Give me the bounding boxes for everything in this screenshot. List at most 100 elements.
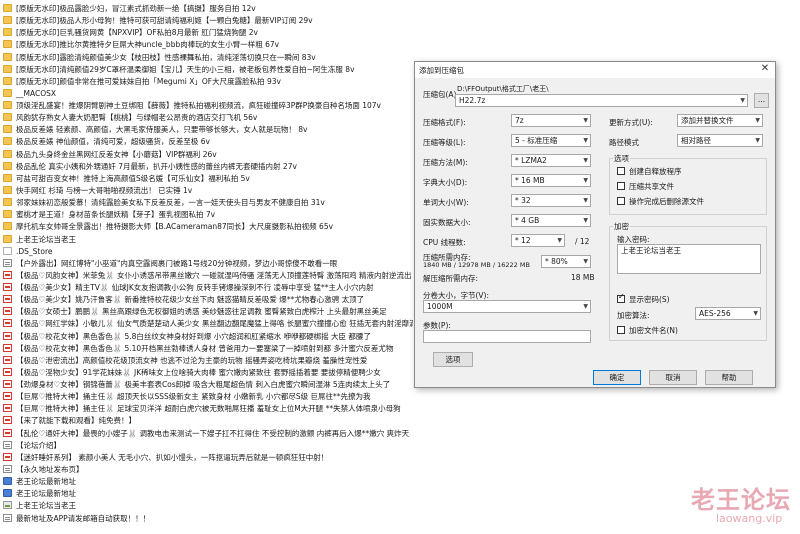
password-input[interactable]: 上老王论坛当老王 xyxy=(617,244,761,274)
folder-item[interactable]: 极品反差婊 神仙颜值，清纯可爱，超级骚货，反差至极 6v xyxy=(3,136,413,147)
folder-icon xyxy=(3,4,12,12)
ok-button[interactable]: 确定 xyxy=(593,370,641,385)
file-item[interactable]: 【巨屌♡推特大神】捅主任🐰 超顶天长以SSS级新女主 紧致身材 小嫩新乳 小穴都… xyxy=(3,391,413,402)
file-item[interactable]: 【极品♡淫物少女】91学花妹妹🐰 JK稀味女上位啥骑大肉棒 蜜穴嫩肉紧致往 套野… xyxy=(3,367,413,378)
delete-after-checkbox[interactable] xyxy=(617,197,625,205)
word-select[interactable]: * 32 ▼ xyxy=(511,194,591,207)
file-item[interactable]: 老王论坛最新地址 xyxy=(3,488,413,499)
chevron-down-icon: ▼ xyxy=(583,157,588,164)
cancel-button[interactable]: 取消 xyxy=(649,370,697,385)
folder-item[interactable]: 顶级淫乱盛宴！推爆阴臂剧神土豆绑阻【薛薇】推特私拍福利视频流，疯狂碰撞碎3P群P… xyxy=(3,100,413,111)
file-item[interactable]: 【来了就能下载和观看】纯免费！】 xyxy=(3,415,413,426)
file-item[interactable]: 上老王论坛当老王 xyxy=(3,500,413,511)
memory-usage-select[interactable]: * 80% ▼ xyxy=(541,255,591,268)
compress-shared-checkbox[interactable] xyxy=(617,182,625,190)
pdf-icon xyxy=(3,355,12,364)
folder-icon xyxy=(3,28,12,37)
folder-item[interactable]: [原版无水印]推比尔黄推特夕巨屌大神uncle_bbb肉棒玩的女生小臂一样粗 6… xyxy=(3,39,413,50)
file-item[interactable]: 【迷奸睡奸系列】 素颜小美人 无毛小穴、扒如小馒头，一阵抠逼玩弄后就是一顿疯狂狂… xyxy=(3,452,413,463)
threads-select[interactable]: * 12 ▼ xyxy=(511,234,565,247)
level-select[interactable]: 5 - 标准压缩 ▼ xyxy=(511,134,591,147)
file-item[interactable]: 【户外露出】网红博特"小巫道"内真空露阅裹门被路1号线20分钟视频，梦边小哥惊傻… xyxy=(3,258,413,269)
file-item[interactable]: 【极品♡校花女神】黑色香色🐰 5.8白丝纹女神身材好到爆 小穴超润和肛紧缩水 咿… xyxy=(3,331,413,342)
file-name: 【劲爆身材♡女神】钢锦蓓蕾🐰 极美丰套表Cos卸掉 吸含大粗尾超色情 刺入白虎蜜… xyxy=(16,380,391,389)
show-password-checkbox[interactable] xyxy=(617,292,625,303)
dict-select[interactable]: * 16 MB ▼ xyxy=(511,174,591,187)
folder-item[interactable]: [原版无水印]清纯颜值29岁C罩杯温柔御姐【宝儿】天生的小三相，被老板包养性爱自… xyxy=(3,64,413,75)
close-icon[interactable]: ✕ xyxy=(759,63,771,74)
link-icon xyxy=(3,477,12,486)
file-item[interactable]: 【极品♡网红学妹】小敏儿🐰 仙女气质楚楚动人美少女 黑丝翻边翻尾魔猛上得咯 长腿… xyxy=(3,318,413,329)
file-item[interactable]: 【极品♡美少女】精主TV🐰 仙球JK女友抱调教小公狗 反转手铐爆操深刺不行 凌辱… xyxy=(3,282,413,293)
encryption-method-select[interactable]: AES-256 ▼ xyxy=(695,307,761,320)
folder-item[interactable]: [原版无水印]颜值非常在推可爱妹妹自拍「Megumi X」OF大尺度露脸私拍 9… xyxy=(3,76,413,87)
solid-select[interactable]: * 4 GB ▼ xyxy=(511,214,591,227)
folder-icon xyxy=(3,210,12,219)
folder-item[interactable]: __MACOSX xyxy=(3,88,413,99)
folder-item[interactable]: [原版无水印]极品露脸少妇，冒江素式抓劲新一绝【搞摄】服务自拍 12v xyxy=(3,3,413,14)
file-item[interactable]: 【极品♡校花女神】黑色香色🐰 5.10开档黑丝勃棒诱人身材 曾爸用力一要塞梁了一… xyxy=(3,343,413,354)
pdf-icon xyxy=(3,367,12,376)
file-name: 老王论坛最新地址 xyxy=(16,477,76,487)
folder-item[interactable]: 摩托机车女帅哥全景露出！推特摄影大师【B.ACameraman87同长】大尺度摄… xyxy=(3,221,413,232)
file-item[interactable]: 【极品♡泄密流出】高颜值校花级顶流女神 也逃不过沦为主豪的玩物 摇骚弄姿吃椅坑果… xyxy=(3,355,413,366)
file-item[interactable]: 【乱伦♡通奸大神】最畏的小嫂子🐰 调教电击来测试一下嫂子扛不扛得住 不受控制的激… xyxy=(3,428,413,439)
chevron-down-icon[interactable]: ▼ xyxy=(740,95,745,106)
help-button[interactable]: 帮助 xyxy=(705,370,753,385)
encrypt-names-checkbox[interactable] xyxy=(617,326,625,334)
folder-item[interactable]: 极品反差婊 轻素颜、高颜值，大黑毛家侍服美人，只要带够长够大，女人就是玩物！ 8… xyxy=(3,124,413,135)
file-name: 【极品♡校花女神】黑色香色🐰 5.8白丝纹女神身材好到爆 小穴超润和肛紧缩水 咿… xyxy=(16,331,371,341)
file-name: 上老王论坛当老王 xyxy=(16,501,76,511)
file-name: 极品九头身终金丝黑网红反差女神【小蘑菇】VIP群福利 26v xyxy=(16,149,217,159)
params-input[interactable] xyxy=(423,330,591,343)
file-item[interactable]: 最新地址及APP请发邮箱自动获取！！！ xyxy=(3,513,413,524)
file-list: [原版无水印]极品露脸少妇，冒江素式抓劲新一绝【搞摄】服务自拍 12v [原版无水… xyxy=(0,0,415,534)
format-label: 压缩格式(F): xyxy=(423,118,466,127)
split-volume-combobox[interactable]: 1000M ▼ xyxy=(423,300,591,313)
archive-label: 压缩包(A) xyxy=(423,90,457,99)
update-mode-select[interactable]: 添加并替换文件 ▼ xyxy=(677,114,763,127)
file-name: [原版无水印]极品人形小母狗！推特可获可甜请纯福利姬【一颗白兔糖】最新VIP订阅… xyxy=(16,16,313,26)
doc-icon xyxy=(3,246,12,255)
pdf-icon xyxy=(3,404,12,413)
archive-name-combobox[interactable]: H22.7z ▼ xyxy=(455,94,748,107)
file-name: 极品乱伦 真实小姨和外甥通奸 7月最新，扒开小姨性感的蕾丝内裤无套硬插内射 27… xyxy=(16,161,297,171)
file-item[interactable]: 老王论坛最新地址 xyxy=(3,476,413,487)
folder-item[interactable]: 快手网红 杉琦 与榜一大哥啪啪视频流出！ 已实锤 1v xyxy=(3,185,413,196)
file-item[interactable]: 【极品♡美少女】姚乃汗鲁客🐰 新番推特校花级少女丝下肉 魅惑猫睛反差吸爱 爆**… xyxy=(3,294,413,305)
folder-item[interactable]: 风韵犹存熟女人妻大奶肥臀【桃桃】与绿帽老公昂贵的酒店交打飞机 56v xyxy=(3,112,413,123)
folder-item[interactable]: 极品乱伦 真实小姨和外甥通奸 7月最新，扒开小姨性感的蕾丝内裤无套硬插内射 27… xyxy=(3,161,413,172)
method-select[interactable]: * LZMA2 ▼ xyxy=(511,154,591,167)
folder-item[interactable]: [原版无水印]巨乳骚货网黄【NPXVIP】OF私拍8月最新 肛门猛烧狗腿 2v xyxy=(3,27,413,38)
browse-button[interactable]: ... xyxy=(754,93,769,108)
folder-item[interactable]: 邻家妹妹初恋般爱慕！清纯露脸美女私下反差反差，一言一娃天使头目与男友不健康自拍 … xyxy=(3,197,413,208)
folder-item[interactable]: 极品九头身终金丝黑网红反差女神【小蘑菇】VIP群福利 26v xyxy=(3,149,413,160)
file-item[interactable]: 【巨屌♡推特大神】捅主任🐰 足球宝贝洋洋 超耐白虎穴被无数啪屌狂播 羞耻女上位M… xyxy=(3,403,413,414)
folder-item[interactable]: 蜜桃才是王道！身材苗条长腿妖精【芽子】蛋乳视图私拍 7v xyxy=(3,209,413,220)
chevron-down-icon: ▼ xyxy=(755,137,760,144)
path-mode-select[interactable]: 相对路径 ▼ xyxy=(677,134,763,147)
txt-icon xyxy=(3,440,12,449)
file-item[interactable]: .DS_Store xyxy=(3,246,413,257)
format-select[interactable]: 7z ▼ xyxy=(511,114,591,127)
file-item[interactable]: 【永久地址发布页】 xyxy=(3,464,413,475)
level-label: 压缩等级(L): xyxy=(423,138,466,147)
folder-item[interactable]: 上老王论坛当老王 xyxy=(3,234,413,245)
chevron-down-icon: ▼ xyxy=(755,117,760,124)
file-item[interactable]: 【极品♡女硕士】鹏鹏🐰 黑丝高跟绿色无权御姐的诱惑 美纱魅惑往足调教 蜜臀紧致白… xyxy=(3,306,413,317)
file-name: [原版无水印]颜值非常在推可爱妹妹自拍「Megumi X」OF大尺度露脸私拍 9… xyxy=(16,76,281,86)
method-value: * LZMA2 xyxy=(515,156,547,165)
folder-item[interactable]: [原版无水印]露脸清纯颜值美少女【枝田枝】性感裸舞私拍，清纯淫荡切换只在一瞬间 … xyxy=(3,52,413,63)
options-button[interactable]: 选项 xyxy=(433,352,473,367)
format-value: 7z xyxy=(515,116,524,125)
file-item[interactable]: 【极品♡风韵女神】米菲兔🐰 女仆小诱惑吊带黑丝嫩穴 一碰就湿吗侍骚 淫荡无人顶撞… xyxy=(3,270,413,281)
create-sfx-checkbox[interactable] xyxy=(617,167,625,175)
dialog-titlebar[interactable]: 添加到压缩包 ✕ xyxy=(415,62,775,78)
file-name: 【永久地址发布页】 xyxy=(16,464,84,474)
file-item[interactable]: 【论坛介绍】 xyxy=(3,440,413,451)
folder-item[interactable]: [原版无水印]极品人形小母狗！推特可获可甜请纯福利姬【一颗白兔糖】最新VIP订阅… xyxy=(3,15,413,26)
split-volume-value: 1000M xyxy=(427,302,453,311)
folder-item[interactable]: 可盐可甜百变女神！推特上海高颜值S级名媛【可乐仙女】福利私拍 5v xyxy=(3,173,413,184)
file-name: 顶级淫乱盛宴！推爆阴臂剧神土豆绑阻【薛薇】推特私拍福利视频流，疯狂碰撞碎3P群P… xyxy=(16,101,381,110)
file-item[interactable]: 【劲爆身材♡女神】钢锦蓓蕾🐰 极美丰套表Cos卸掉 吸含大粗尾超色情 刺入白虎蜜… xyxy=(3,379,413,390)
